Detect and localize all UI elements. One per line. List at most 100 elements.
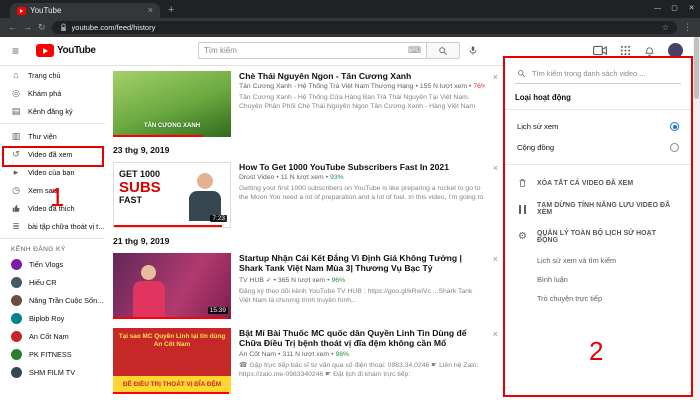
radio-unselected-icon[interactable] bbox=[670, 143, 679, 152]
youtube-logo-text: YouTube bbox=[57, 45, 96, 56]
explore-icon: ◎ bbox=[12, 87, 20, 98]
sidebar-item-history[interactable]: ↺ Video đã xem bbox=[0, 145, 105, 163]
separator-dot: • bbox=[415, 83, 418, 91]
subscription-channel[interactable]: Biplob Roy bbox=[0, 309, 105, 327]
video-thumbnail[interactable]: TÂN CƯƠNG XANH bbox=[113, 71, 231, 137]
tab-title: YouTube bbox=[30, 6, 62, 15]
sidebar-item-library[interactable]: ▥ Thư viện bbox=[0, 127, 105, 145]
youtube-logo[interactable]: YouTube bbox=[36, 44, 96, 57]
channel-name[interactable]: TV HUB bbox=[239, 277, 264, 284]
video-row[interactable]: TÂN CƯƠNG XANH Chè Thái Nguyên Ngon - Tâ… bbox=[105, 66, 503, 141]
video-meta: Drost Video • 11 N lượt xem • 93% bbox=[239, 174, 485, 181]
date-header: 23 thg 9, 2019 bbox=[113, 145, 170, 155]
hamburger-menu-icon[interactable]: ≡ bbox=[12, 44, 19, 58]
channel-name: Năng Trần Cuộc Sốn... bbox=[29, 295, 104, 305]
video-title[interactable]: Chè Thái Nguyên Ngon - Tân Cương Xanh bbox=[239, 71, 485, 81]
video-title[interactable]: Startup Nhận Cái Kết Đắng Vì Định Giá Kh… bbox=[239, 253, 485, 274]
remove-from-history-icon[interactable]: × bbox=[493, 72, 498, 82]
separator-dot: • bbox=[327, 276, 330, 284]
pause-history-button[interactable]: TẠM DỪNG TÍNH NĂNG LƯU VIDEO ĐÃ XEM bbox=[515, 195, 681, 223]
search-area: ⌨ bbox=[198, 42, 478, 59]
sidebar-item-your-videos[interactable]: ▸ Video của bạn bbox=[0, 163, 105, 181]
subscription-channel[interactable]: Tiến Vlogs bbox=[0, 255, 105, 273]
subscription-channel[interactable]: An Cốt Nam bbox=[0, 327, 105, 345]
window-minimize-icon[interactable]: — bbox=[649, 0, 666, 17]
sidebar-item-explore[interactable]: ◎ Khám phá bbox=[0, 84, 105, 102]
search-input[interactable] bbox=[204, 46, 408, 55]
apps-grid-icon[interactable] bbox=[620, 45, 631, 56]
verified-badge-icon: ✓ bbox=[265, 276, 272, 284]
remove-from-history-icon[interactable]: × bbox=[493, 254, 498, 264]
sub-item-search-history[interactable]: Lịch sử xem và tìm kiếm bbox=[515, 251, 681, 270]
voice-search-button[interactable] bbox=[468, 45, 478, 56]
remove-from-history-icon[interactable]: × bbox=[493, 329, 498, 339]
create-video-icon[interactable] bbox=[593, 45, 607, 56]
video-thumbnail[interactable]: 15:39 bbox=[113, 253, 231, 319]
video-thumbnail[interactable]: GET 1000 SUBS FAST 7:23 bbox=[113, 162, 231, 228]
video-description: Đăng ký theo dõi kênh YouTube TV HUB : h… bbox=[239, 287, 473, 304]
subscription-channel[interactable]: PK FITNESS bbox=[0, 345, 105, 363]
radio-selected-icon[interactable] bbox=[670, 122, 679, 131]
forward-icon[interactable]: → bbox=[23, 18, 32, 37]
subscription-channel[interactable]: SHM FILM TV bbox=[0, 363, 105, 381]
bookmark-star-icon[interactable]: ☆ bbox=[662, 23, 669, 32]
watch-progress-bar bbox=[113, 134, 203, 137]
tab-close-icon[interactable]: × bbox=[148, 3, 153, 18]
video-row[interactable]: GET 1000 SUBS FAST 7:23 How To Get 1000 Yo… bbox=[105, 157, 503, 232]
panel-search-box[interactable] bbox=[515, 66, 681, 84]
separator-dot: • bbox=[331, 350, 334, 358]
channel-name: Hiếu CR bbox=[29, 277, 57, 287]
your-videos-icon: ▸ bbox=[13, 166, 19, 177]
clear-history-button[interactable]: XÓA TẤT CẢ VIDEO ĐÃ XEM bbox=[515, 171, 681, 195]
back-icon[interactable]: ← bbox=[8, 18, 17, 37]
new-tab-button[interactable]: + bbox=[168, 2, 174, 18]
option-community[interactable]: Cộng đồng bbox=[515, 137, 681, 158]
subscription-channel[interactable]: Năng Trần Cuộc Sốn... bbox=[0, 291, 105, 309]
channel-name[interactable]: Tân Cương Xanh - Hệ Thống Trà Việt Nam T… bbox=[239, 83, 413, 90]
url-field[interactable]: youtube.com/feed/history ☆ bbox=[51, 21, 677, 34]
library-icon: ▥ bbox=[11, 130, 21, 141]
scrollbar-thumb[interactable] bbox=[694, 37, 699, 99]
view-count: 11 N lượt xem bbox=[280, 174, 324, 182]
divider bbox=[0, 238, 105, 239]
video-title[interactable]: How To Get 1000 YouTube Subscribers Fast… bbox=[239, 162, 485, 172]
search-box[interactable]: ⌨ bbox=[198, 42, 426, 59]
video-info: How To Get 1000 YouTube Subscribers Fast… bbox=[239, 162, 485, 228]
like-percent: 93% bbox=[330, 174, 344, 182]
reload-icon[interactable]: ↻ bbox=[38, 18, 46, 37]
window-close-icon[interactable]: ✕ bbox=[683, 0, 700, 17]
browser-tab[interactable]: YouTube × bbox=[10, 3, 160, 18]
sidebar-item-home[interactable]: ⌂ Trang chủ bbox=[0, 66, 105, 84]
sub-item-comments[interactable]: Bình luận bbox=[515, 270, 681, 289]
sidebar-label: bài tập chữa thoát vị t... bbox=[28, 221, 105, 231]
option-watch-history[interactable]: Lịch sử xem bbox=[515, 116, 681, 137]
video-description: Tân Cương Xanh - Hệ Thống Cửa Hàng Bán T… bbox=[239, 94, 476, 111]
manage-activity-button[interactable]: ⚙ QUẢN LÝ TOÀN BỘ LỊCH SỬ HOẠT ĐỘNG bbox=[515, 223, 681, 251]
window-maximize-icon[interactable]: ▢ bbox=[666, 0, 683, 17]
channel-name[interactable]: Drost Video bbox=[239, 174, 274, 181]
channel-avatar bbox=[11, 258, 22, 270]
sidebar-label: Khám phá bbox=[28, 88, 62, 98]
url-text: youtube.com/feed/history bbox=[71, 23, 156, 32]
page-scrollbar[interactable] bbox=[693, 37, 700, 400]
channel-name[interactable]: An Cốt Nam bbox=[239, 351, 276, 358]
search-button[interactable] bbox=[426, 42, 460, 59]
notifications-bell-icon[interactable] bbox=[644, 45, 655, 57]
view-count: 365 N lượt xem bbox=[277, 276, 326, 284]
video-title[interactable]: Bật Mí Bài Thuốc MC quốc dân Quyền Linh … bbox=[239, 328, 485, 349]
channel-name: Biplob Roy bbox=[29, 313, 65, 323]
sub-item-live-chat[interactable]: Trò chuyện trực tiếp bbox=[515, 289, 681, 308]
remove-from-history-icon[interactable]: × bbox=[493, 163, 498, 173]
keyboard-icon[interactable]: ⌨ bbox=[408, 45, 421, 56]
watch-later-icon: ◷ bbox=[12, 184, 20, 195]
subscriptions-header: KÊNH ĐĂNG KÝ bbox=[11, 246, 66, 253]
video-row[interactable]: Tại sao MC Quyền Linh lại tin dùng An Cố… bbox=[105, 323, 503, 398]
sidebar-item-playlist[interactable]: ≣ bài tập chữa thoát vị t... bbox=[0, 217, 105, 235]
history-search-input[interactable] bbox=[532, 69, 679, 78]
sidebar-item-subscriptions[interactable]: ▤ Kênh đăng ký bbox=[0, 102, 105, 120]
video-row[interactable]: 15:39 Startup Nhận Cái Kết Đắng Vì Định … bbox=[105, 248, 503, 323]
browser-menu-icon[interactable]: ⋮ bbox=[683, 18, 692, 37]
video-thumbnail[interactable]: Tại sao MC Quyền Linh lại tin dùng An Cố… bbox=[113, 328, 231, 394]
video-duration: 15:39 bbox=[207, 307, 228, 314]
subscription-channel[interactable]: Hiếu CR bbox=[0, 273, 105, 291]
